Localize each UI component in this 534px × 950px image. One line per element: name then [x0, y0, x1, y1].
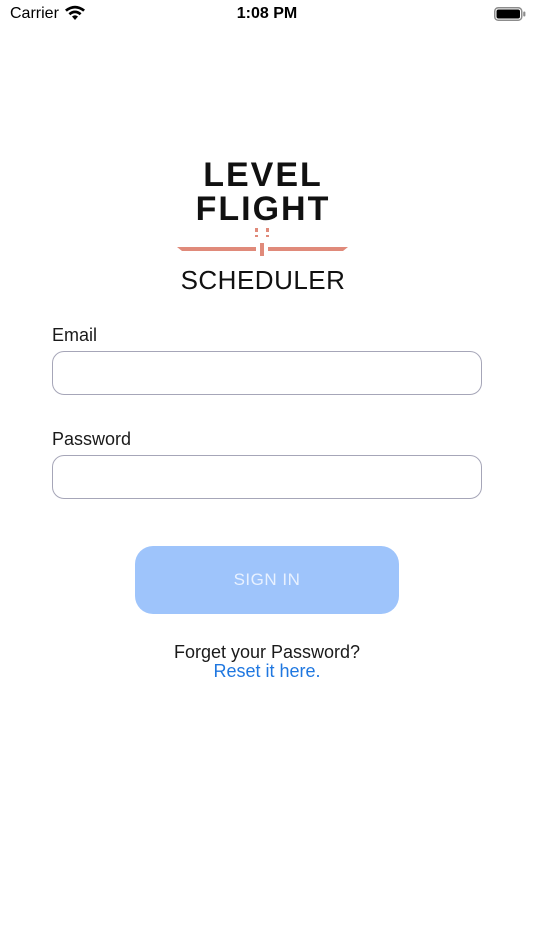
- logo-horizon-icon: [177, 228, 348, 256]
- email-label: Email: [52, 325, 98, 345]
- password-field[interactable]: [52, 455, 482, 499]
- logo-word-flight: FLIGHT: [195, 190, 331, 228]
- reset-password-link[interactable]: Reset it here.: [0, 661, 534, 682]
- logo-word-scheduler: SCHEDULER: [180, 265, 346, 295]
- status-bar: Carrier 1:08 PM: [0, 0, 534, 28]
- email-field[interactable]: [52, 351, 482, 395]
- password-label: Password: [52, 429, 132, 449]
- app-logo: LEVEL FLIGHT SCHEDULER: [170, 150, 356, 300]
- forgot-password-text: Forget your Password?: [173, 642, 361, 662]
- battery-icon: [494, 7, 526, 21]
- clock: 1:08 PM: [236, 5, 298, 22]
- sign-in-button[interactable]: SIGN IN: [135, 546, 399, 614]
- logo-word-level: LEVEL: [203, 156, 323, 194]
